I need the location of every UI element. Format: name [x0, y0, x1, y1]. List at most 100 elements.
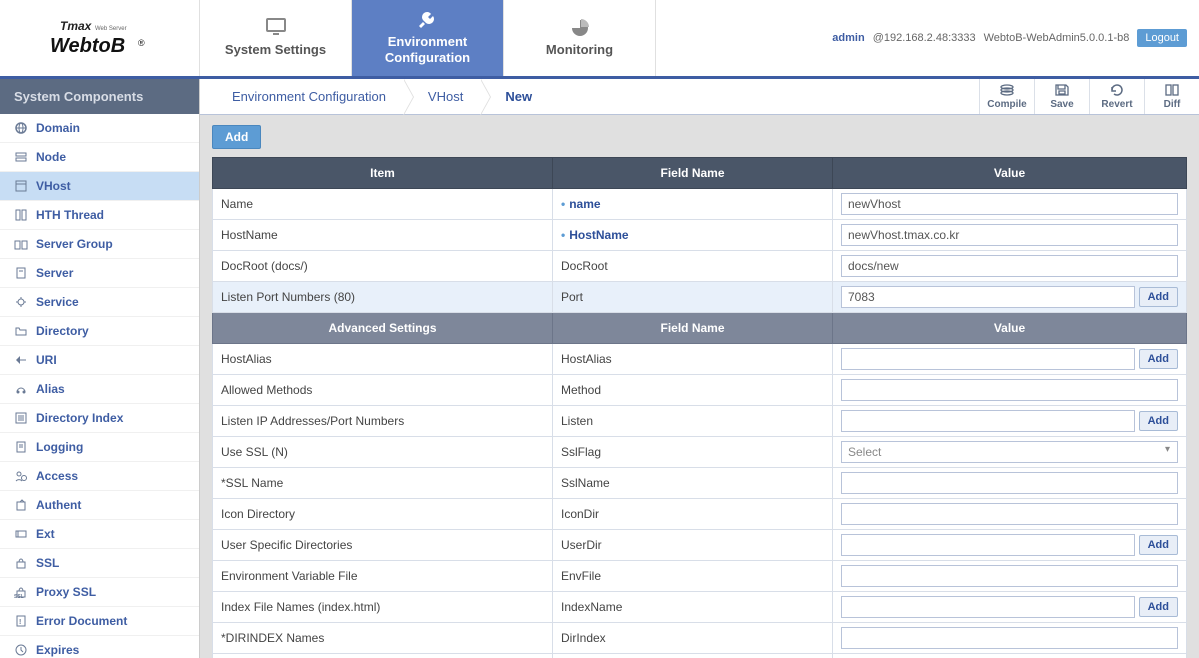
row-add-button[interactable]: Add	[1139, 411, 1178, 431]
value-input[interactable]	[841, 379, 1178, 401]
sidebar-item-ssl[interactable]: SSL	[0, 549, 199, 578]
sidebar-item-directory-index[interactable]: Directory Index	[0, 404, 199, 433]
cell-item: Icon Directory	[213, 499, 553, 530]
table-row: Name•name	[213, 189, 1187, 220]
value-select[interactable]: Select	[841, 441, 1178, 463]
ext-icon	[14, 527, 28, 541]
tab-label: Monitoring	[546, 42, 613, 58]
cell-field: Port	[553, 282, 833, 313]
cell-item: HostAlias	[213, 344, 553, 375]
error-doc-icon: !	[14, 614, 28, 628]
row-add-button[interactable]: Add	[1139, 597, 1178, 617]
sidebar-item-error-document[interactable]: !Error Document	[0, 607, 199, 636]
value-input[interactable]	[841, 472, 1178, 494]
crumb-env-config[interactable]: Environment Configuration	[218, 79, 414, 114]
value-input[interactable]	[841, 565, 1178, 587]
server-group-icon	[14, 237, 28, 251]
crumb-vhost[interactable]: VHost	[414, 79, 491, 114]
value-input[interactable]	[841, 255, 1178, 277]
service-icon	[14, 295, 28, 309]
row-add-button[interactable]: Add	[1139, 535, 1178, 555]
tab-label: Environment Configuration	[385, 34, 470, 65]
sidebar-item-hth-thread[interactable]: HTH Thread	[0, 201, 199, 230]
logout-button[interactable]: Logout	[1137, 29, 1187, 47]
thread-icon	[14, 208, 28, 222]
tab-system-settings[interactable]: System Settings	[200, 0, 352, 76]
sidebar-item-label: Expires	[36, 643, 79, 657]
dir-index-icon	[14, 411, 28, 425]
th-item: Item	[213, 158, 553, 189]
table-row: HostAliasHostAliasAdd	[213, 344, 1187, 375]
sidebar-item-label: VHost	[36, 179, 71, 193]
field-name: •HostName	[561, 228, 629, 242]
value-input[interactable]	[841, 410, 1135, 432]
row-add-button[interactable]: Add	[1139, 349, 1178, 369]
sidebar-item-label: Service	[36, 295, 79, 309]
table-row: DocRoot (docs/)DocRoot	[213, 251, 1187, 282]
table-row: User Specific DirectoriesUserDirAdd	[213, 530, 1187, 561]
sidebar-item-domain[interactable]: Domain	[0, 114, 199, 143]
cell-field: UserDir	[553, 530, 833, 561]
value-input[interactable]	[841, 224, 1178, 246]
sidebar-item-expires[interactable]: Expires	[0, 636, 199, 658]
cell-field: Method	[553, 375, 833, 406]
value-input[interactable]	[841, 193, 1178, 215]
sidebar-item-directory[interactable]: Directory	[0, 317, 199, 346]
revert-button[interactable]: Revert	[1089, 79, 1144, 114]
svg-text:Tmax: Tmax	[60, 19, 93, 33]
sidebar-item-label: Ext	[36, 527, 55, 541]
table-row: *DIRINDEX NamesDirIndex	[213, 623, 1187, 654]
add-button[interactable]: Add	[212, 125, 261, 149]
sidebar-item-label: Logging	[36, 440, 83, 454]
content-scroll[interactable]: Add Item Field Name Value Name•nameHostN…	[200, 115, 1199, 658]
sidebar-title: System Components	[0, 79, 199, 114]
logo-svg: Tmax Web Server WebtoB ®	[40, 16, 160, 60]
cell-value: Add	[833, 344, 1187, 375]
value-input[interactable]	[841, 534, 1135, 556]
tab-monitoring[interactable]: Monitoring	[504, 0, 656, 76]
folder-icon	[14, 324, 28, 338]
cell-value	[833, 189, 1187, 220]
cell-value	[833, 220, 1187, 251]
compile-icon	[999, 83, 1015, 97]
row-add-button[interactable]: Add	[1139, 287, 1178, 307]
sidebar-item-proxy-ssl[interactable]: SSLProxy SSL	[0, 578, 199, 607]
cell-field: EnvFile	[553, 561, 833, 592]
sidebar-item-access[interactable]: Access	[0, 462, 199, 491]
alias-icon	[14, 382, 28, 396]
content: Environment Configuration VHost New Comp…	[200, 79, 1199, 658]
sidebar-item-vhost[interactable]: VHost	[0, 172, 199, 201]
value-input[interactable]	[841, 503, 1178, 525]
compile-button[interactable]: Compile	[979, 79, 1034, 114]
table-row: *SSL NameSslName	[213, 468, 1187, 499]
value-input[interactable]	[841, 286, 1135, 308]
sidebar-item-server-group[interactable]: Server Group	[0, 230, 199, 259]
logging-icon	[14, 440, 28, 454]
diff-button[interactable]: Diff	[1144, 79, 1199, 114]
sidebar-item-label: SSL	[36, 556, 59, 570]
save-icon	[1054, 83, 1070, 97]
sidebar-item-ext[interactable]: Ext	[0, 520, 199, 549]
sidebar-item-node[interactable]: Node	[0, 143, 199, 172]
sidebar-item-alias[interactable]: Alias	[0, 375, 199, 404]
user-host: @192.168.2.48:3333	[873, 32, 976, 44]
sidebar-item-authent[interactable]: Authent	[0, 491, 199, 520]
sidebar-item-logging[interactable]: Logging	[0, 433, 199, 462]
sidebar-item-service[interactable]: Service	[0, 288, 199, 317]
tab-env-config[interactable]: Environment Configuration	[352, 0, 504, 76]
value-input[interactable]	[841, 627, 1178, 649]
svg-text:SSL: SSL	[14, 594, 24, 599]
sidebar-item-server[interactable]: Server	[0, 259, 199, 288]
cell-value	[833, 623, 1187, 654]
cell-field: Listen	[553, 406, 833, 437]
cell-value: Add	[833, 406, 1187, 437]
save-button[interactable]: Save	[1034, 79, 1089, 114]
revert-icon	[1109, 83, 1125, 97]
value-input[interactable]	[841, 348, 1135, 370]
proxy-ssl-icon: SSL	[14, 585, 28, 599]
cell-item: HostName	[213, 220, 553, 251]
sidebar-item-uri[interactable]: URI	[0, 346, 199, 375]
action-label: Diff	[1164, 99, 1181, 110]
cell-field: IconDir	[553, 499, 833, 530]
value-input[interactable]	[841, 596, 1135, 618]
